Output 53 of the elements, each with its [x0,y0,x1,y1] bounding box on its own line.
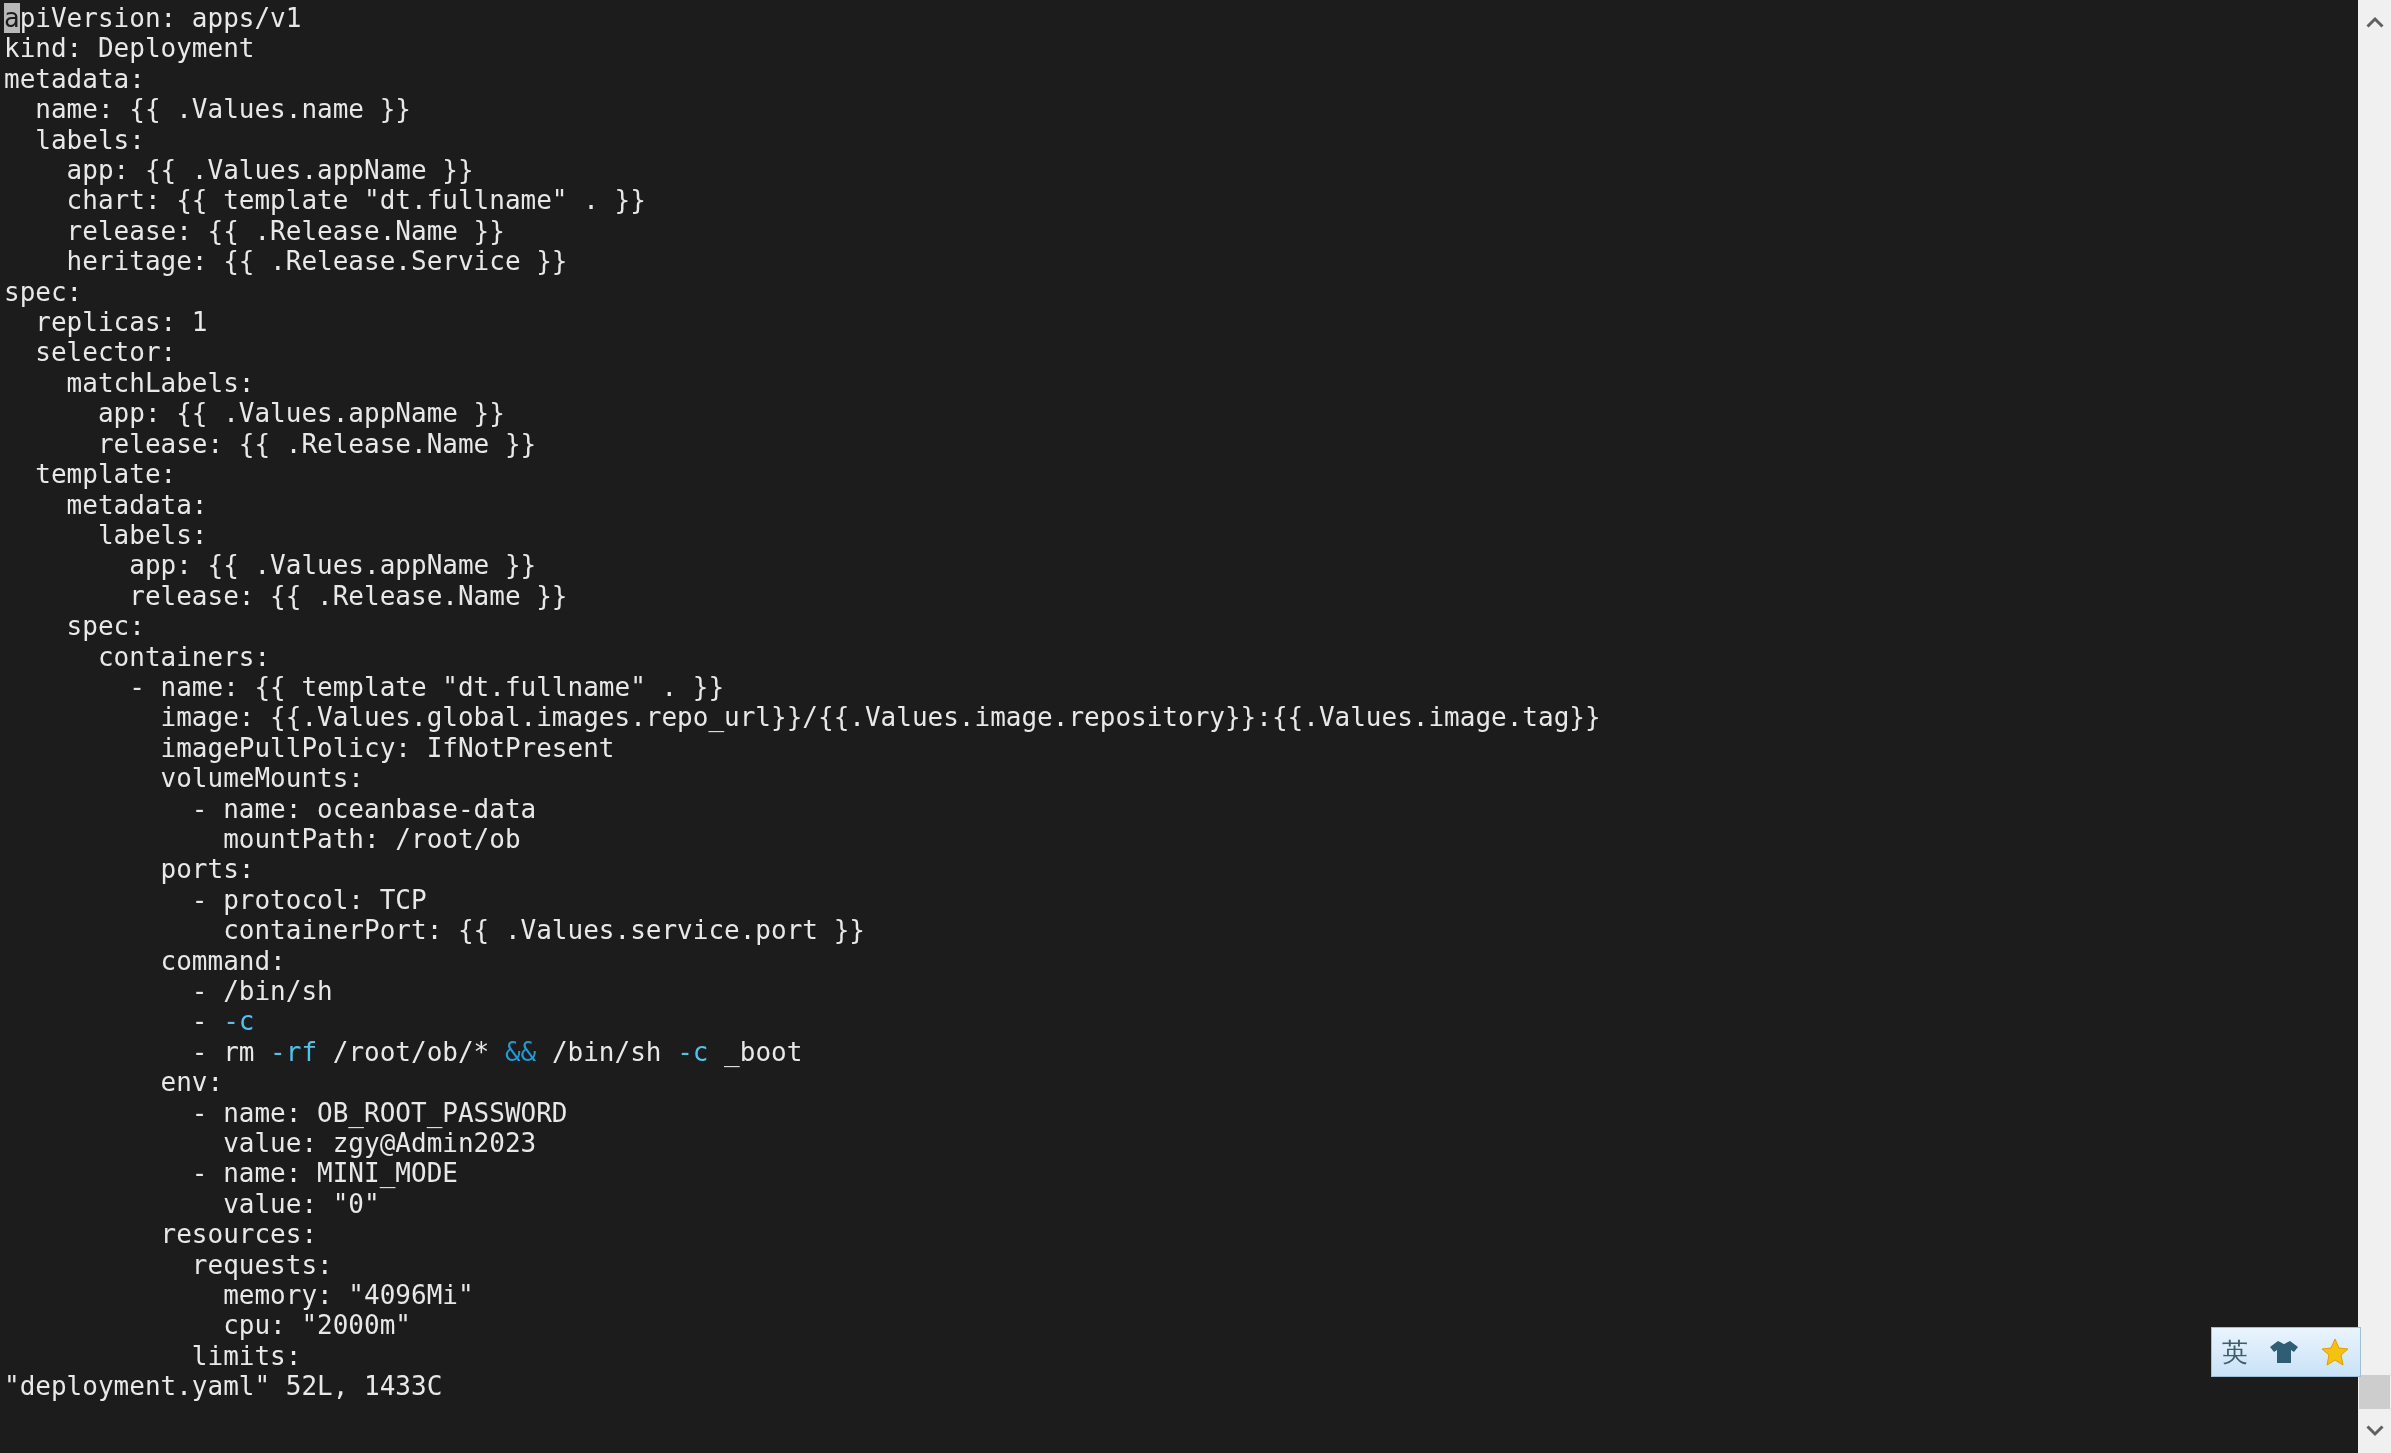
code-line: mountPath: /root/ob [222,823,521,855]
code-line: - rm -rf /root/ob/* && /bin/sh -c _boot [190,1036,803,1068]
code-line: requests: [190,1249,333,1281]
code-line: app: {{ .Values.appName }} [65,155,474,186]
ime-language-toggle[interactable]: 英 [2222,1334,2249,1370]
code-line: heritage: {{ .Release.Service }} [65,246,568,277]
code-line: spec: [4,276,83,308]
code-line: limits: [190,1340,302,1372]
scrollbar[interactable] [2358,0,2391,1453]
code-line: spec: [65,611,145,642]
code-line: kind: Deployment [4,33,255,64]
code-line: release: {{ .Release.Name }} [96,428,537,460]
code-line: app: {{ .Values.appName }} [96,398,505,429]
code-line: apiVersion: apps/v1 [4,3,302,34]
code-line: chart: {{ template "dt.fullname" . }} [65,185,646,216]
code-line: - protocol: TCP [190,884,427,916]
shirt-icon[interactable] [2269,1339,2299,1365]
code-line: value: zgy@Admin2023 [222,1128,537,1159]
code-line: - name: {{ template "dt.fullname" . }} [128,671,725,703]
scroll-up-icon[interactable] [2365,16,2384,28]
code-line: ports: [159,854,255,885]
code-line: imagePullPolicy: IfNotPresent [159,732,615,764]
code-line: - -c [190,1006,255,1037]
scroll-down-icon[interactable] [2365,1425,2384,1437]
code-line: command: [159,945,286,976]
code-line: - name: MINI_MODE [190,1158,458,1189]
code-line: labels: [34,124,145,156]
scrollbar-thumb[interactable] [2359,1375,2390,1409]
star-icon[interactable] [2319,1337,2350,1367]
code-line: value: "0" [222,1188,380,1220]
code-line: containers: [96,641,271,672]
code-line: cpu: "2000m" [222,1310,411,1341]
code-line: metadata: [4,63,145,95]
code-line: - name: oceanbase-data [190,793,537,824]
code-line: release: {{ .Release.Name }} [128,580,568,612]
code-line: volumeMounts: [159,763,365,794]
code-line: resources: [159,1219,318,1250]
code-line: selector: [34,337,177,368]
code-line: app: {{ .Values.appName }} [128,550,537,581]
code-line: image: {{.Values.global.images.repo_url}}/{{.Values.image.repository}}:{{.Values.image.tag}} [159,702,1601,733]
code-line: - name: OB_ROOT_PASSWORD [190,1097,568,1129]
status-line: "deployment.yaml" 52L, 1433C [4,1371,443,1402]
code-line: metadata: [65,489,208,520]
code-line: replicas: 1 [34,307,208,338]
code-line: matchLabels: [65,367,255,399]
code-line: name: {{ .Values.name }} [34,94,411,125]
code-line: - /bin/sh [190,976,333,1007]
code-line: containerPort: {{ .Values.service.port }} [222,915,865,946]
code-line: template: [34,459,177,490]
code-line: labels: [96,519,208,551]
code-line: env: [159,1067,224,1098]
code-line: release: {{ .Release.Name }} [65,215,505,247]
code-line: memory: "4096Mi" [222,1280,474,1311]
